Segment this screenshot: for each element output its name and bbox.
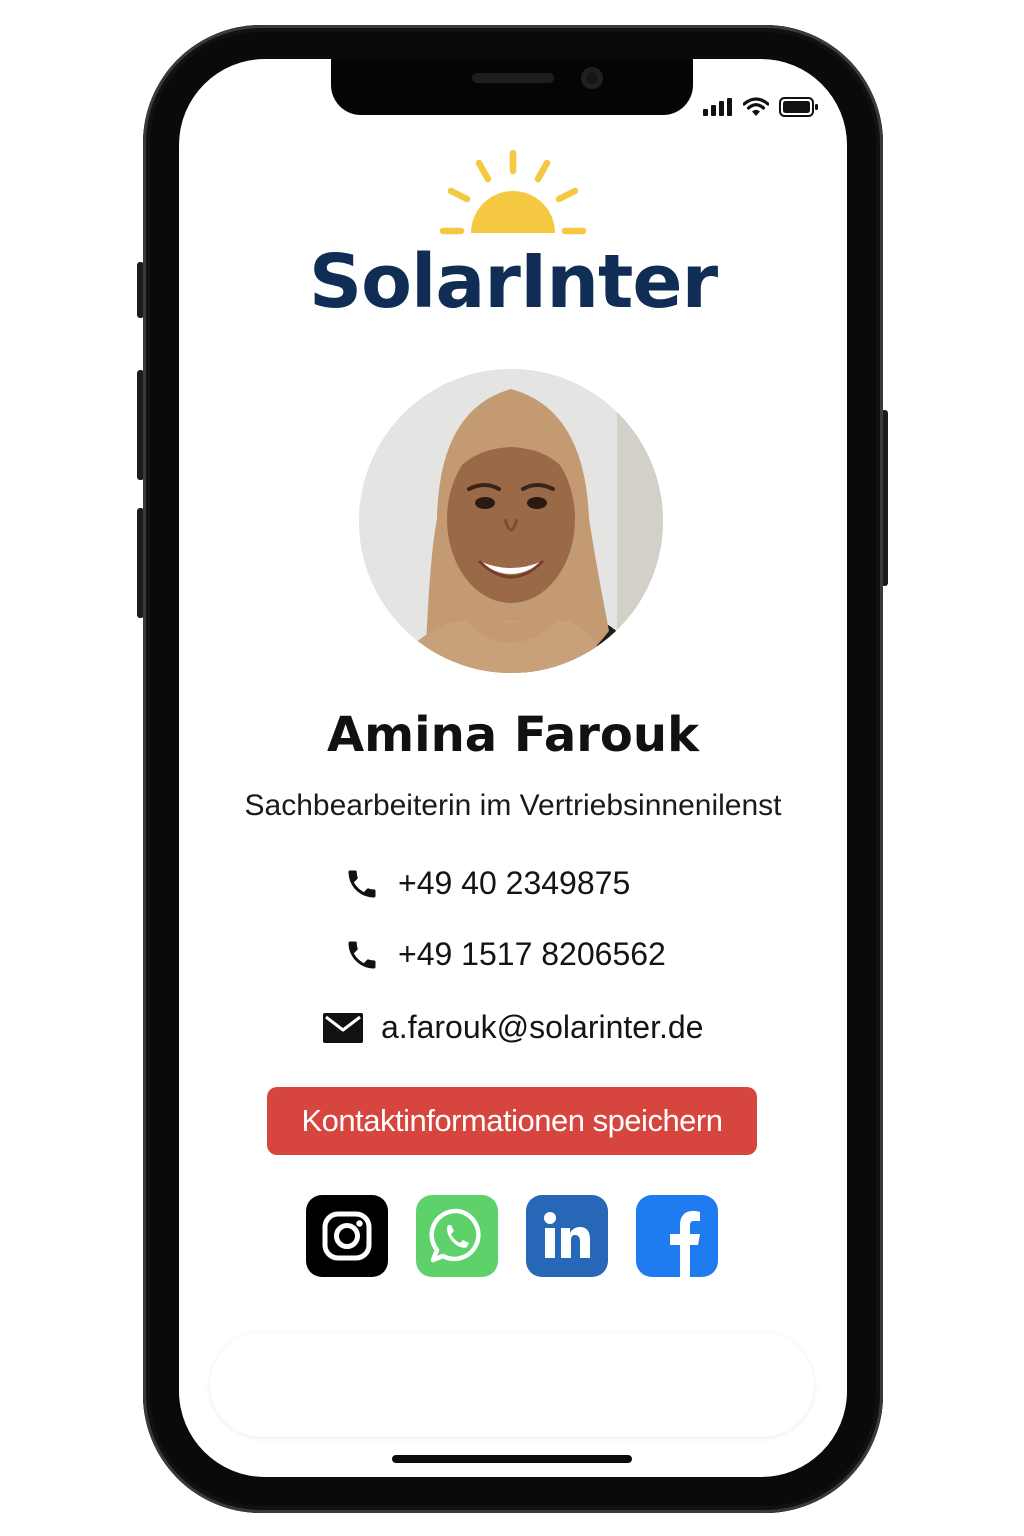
job-title: Sachbearbeiterin im Vertriebsinnenilenst <box>244 789 782 822</box>
stage: SolarInter Amina Farouk Sachbearbeiterin… <box>0 0 1024 1536</box>
whatsapp-icon <box>429 1208 481 1263</box>
save-contact-button[interactable]: Kontaktinformationen speichern <box>267 1087 757 1155</box>
phone-icon <box>348 870 376 897</box>
front-camera <box>581 67 603 89</box>
email-address: a.farouk@solarinter.de <box>381 1009 704 1045</box>
phone-number-1: +49 40 2349875 <box>398 865 631 901</box>
portrait-illustration <box>359 369 663 673</box>
phone-screen: SolarInter Amina Farouk Sachbearbeiterin… <box>179 59 847 1477</box>
brand-name: SolarInter <box>308 239 718 325</box>
person-name: Amina Farouk <box>327 707 699 763</box>
home-indicator[interactable] <box>392 1455 632 1463</box>
social-links <box>306 1195 718 1277</box>
facebook-button[interactable] <box>636 1195 718 1277</box>
instagram-icon <box>322 1211 372 1261</box>
contact-phone-1[interactable]: +49 40 2349875 <box>344 865 630 902</box>
contact-email[interactable]: a.farouk@solarinter.de <box>323 1009 703 1046</box>
linkedin-icon <box>544 1212 590 1258</box>
instagram-button[interactable] <box>306 1195 388 1277</box>
facebook-icon <box>670 1211 700 1277</box>
battery-icon <box>779 97 818 117</box>
phone-number-2: +49 1517 8206562 <box>398 936 666 972</box>
sun-icon <box>439 149 587 235</box>
linkedin-button[interactable] <box>526 1195 608 1277</box>
earpiece-speaker <box>472 73 554 83</box>
whatsapp-button[interactable] <box>416 1195 498 1277</box>
notch <box>331 59 693 115</box>
wifi-icon <box>743 97 769 116</box>
contact-phone-2[interactable]: +49 1517 8206562 <box>344 936 666 973</box>
mail-icon <box>323 1012 363 1043</box>
bottom-card <box>210 1333 814 1437</box>
signal-bars-icon <box>703 98 732 116</box>
phone-icon <box>348 941 376 968</box>
status-bar <box>703 97 819 117</box>
profile-photo <box>359 369 663 673</box>
brand-logo: SolarInter <box>179 147 847 319</box>
